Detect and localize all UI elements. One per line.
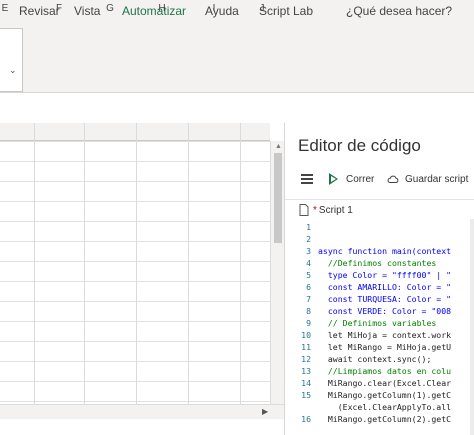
run-button[interactable]: Correr (329, 170, 374, 188)
line-number: 16 (301, 414, 311, 424)
line-number: 10 (301, 330, 311, 340)
line-number: 3 (306, 246, 311, 256)
column-header-i[interactable]: I (188, 3, 240, 14)
chevron-down-icon[interactable]: ⌄ (9, 65, 17, 76)
code-line[interactable]: let MiRango = MiHoja.getU (318, 341, 451, 353)
code-line[interactable]: const AMARILLO: Color = " (318, 281, 451, 293)
sheet-vertical-scrollbar[interactable]: ▲ (270, 141, 285, 404)
run-button-label: Correr (346, 173, 375, 185)
scroll-up-icon[interactable]: ▲ (275, 143, 282, 150)
ribbon-dropdown[interactable]: ⌄ (0, 28, 23, 92)
code-line[interactable]: async function main(context (318, 245, 451, 257)
line-number: 11 (301, 342, 311, 352)
column-header-f[interactable]: F (34, 3, 84, 14)
column-header-g[interactable]: G (84, 3, 136, 14)
code-line[interactable]: const TURQUESA: Color = " (318, 293, 451, 305)
editor-scrollbar[interactable] (470, 219, 474, 435)
code-line[interactable]: MiRango.clear(Excel.Clear (318, 377, 451, 389)
code-line[interactable]: //Definimos constantes (318, 257, 436, 269)
code-line[interactable]: type Color = "ffff00" | " (318, 269, 451, 281)
formula-area (0, 93, 474, 123)
scroll-right-icon[interactable]: ▶ (262, 407, 268, 416)
line-number: 4 (306, 258, 311, 268)
script-tab[interactable]: * Script 1 (299, 202, 353, 218)
column-header-j[interactable]: J (240, 3, 284, 14)
save-button-label: Guardar script (405, 173, 469, 185)
code-editor[interactable]: 1 2 3 async function main(context 4 //Def… (285, 219, 474, 435)
code-line[interactable]: // Definimos variables (318, 317, 436, 329)
code-line[interactable]: MiRango.getColumn(1).getC (318, 389, 451, 401)
code-line[interactable]: //Limpiamos datos en colu (318, 365, 451, 377)
tell-me-search[interactable]: ¿Qué desea hacer? (346, 3, 452, 22)
pane-title: Editor de código (298, 136, 421, 155)
line-number: 8 (306, 306, 311, 316)
sheet-horizontal-scrollbar[interactable]: ▶ (0, 404, 284, 419)
code-line[interactable]: (Excel.ClearApplyTo.all (318, 401, 451, 413)
script-file-icon (299, 204, 309, 216)
column-header-row (0, 123, 270, 141)
line-number: 9 (306, 318, 311, 328)
scroll-thumb[interactable] (274, 153, 282, 243)
cloud-save-icon (387, 175, 399, 183)
code-line[interactable]: await context.sync(); (318, 353, 432, 365)
play-icon (329, 173, 338, 185)
toolbar-divider (285, 199, 474, 200)
line-number: 13 (301, 366, 311, 376)
code-line[interactable]: let MiHoja = context.work (318, 329, 451, 341)
line-number: 1 (306, 222, 311, 232)
line-number: 7 (306, 294, 311, 304)
unsaved-marker: * (313, 204, 317, 216)
spreadsheet-grid[interactable] (0, 141, 270, 404)
script-name: Script 1 (318, 204, 353, 216)
line-number: 12 (301, 354, 311, 364)
column-header-h[interactable]: H (136, 3, 188, 14)
line-number: 6 (306, 282, 311, 292)
save-script-button[interactable]: Guardar script (387, 170, 468, 188)
ribbon-body: ⌄ (0, 22, 474, 93)
column-header-e[interactable]: E (0, 3, 10, 14)
line-number: 5 (306, 270, 311, 280)
code-editor-pane: Editor de código Correr Guardar script *… (284, 123, 474, 435)
code-line[interactable]: const VERDE: Color = "008 (318, 305, 451, 317)
line-number: 14 (301, 378, 311, 388)
line-number: 15 (301, 390, 311, 400)
code-line[interactable]: MiRango.getColumn(2).getC (318, 413, 451, 425)
hamburger-menu-icon[interactable] (301, 174, 313, 184)
line-number: 2 (306, 234, 311, 244)
